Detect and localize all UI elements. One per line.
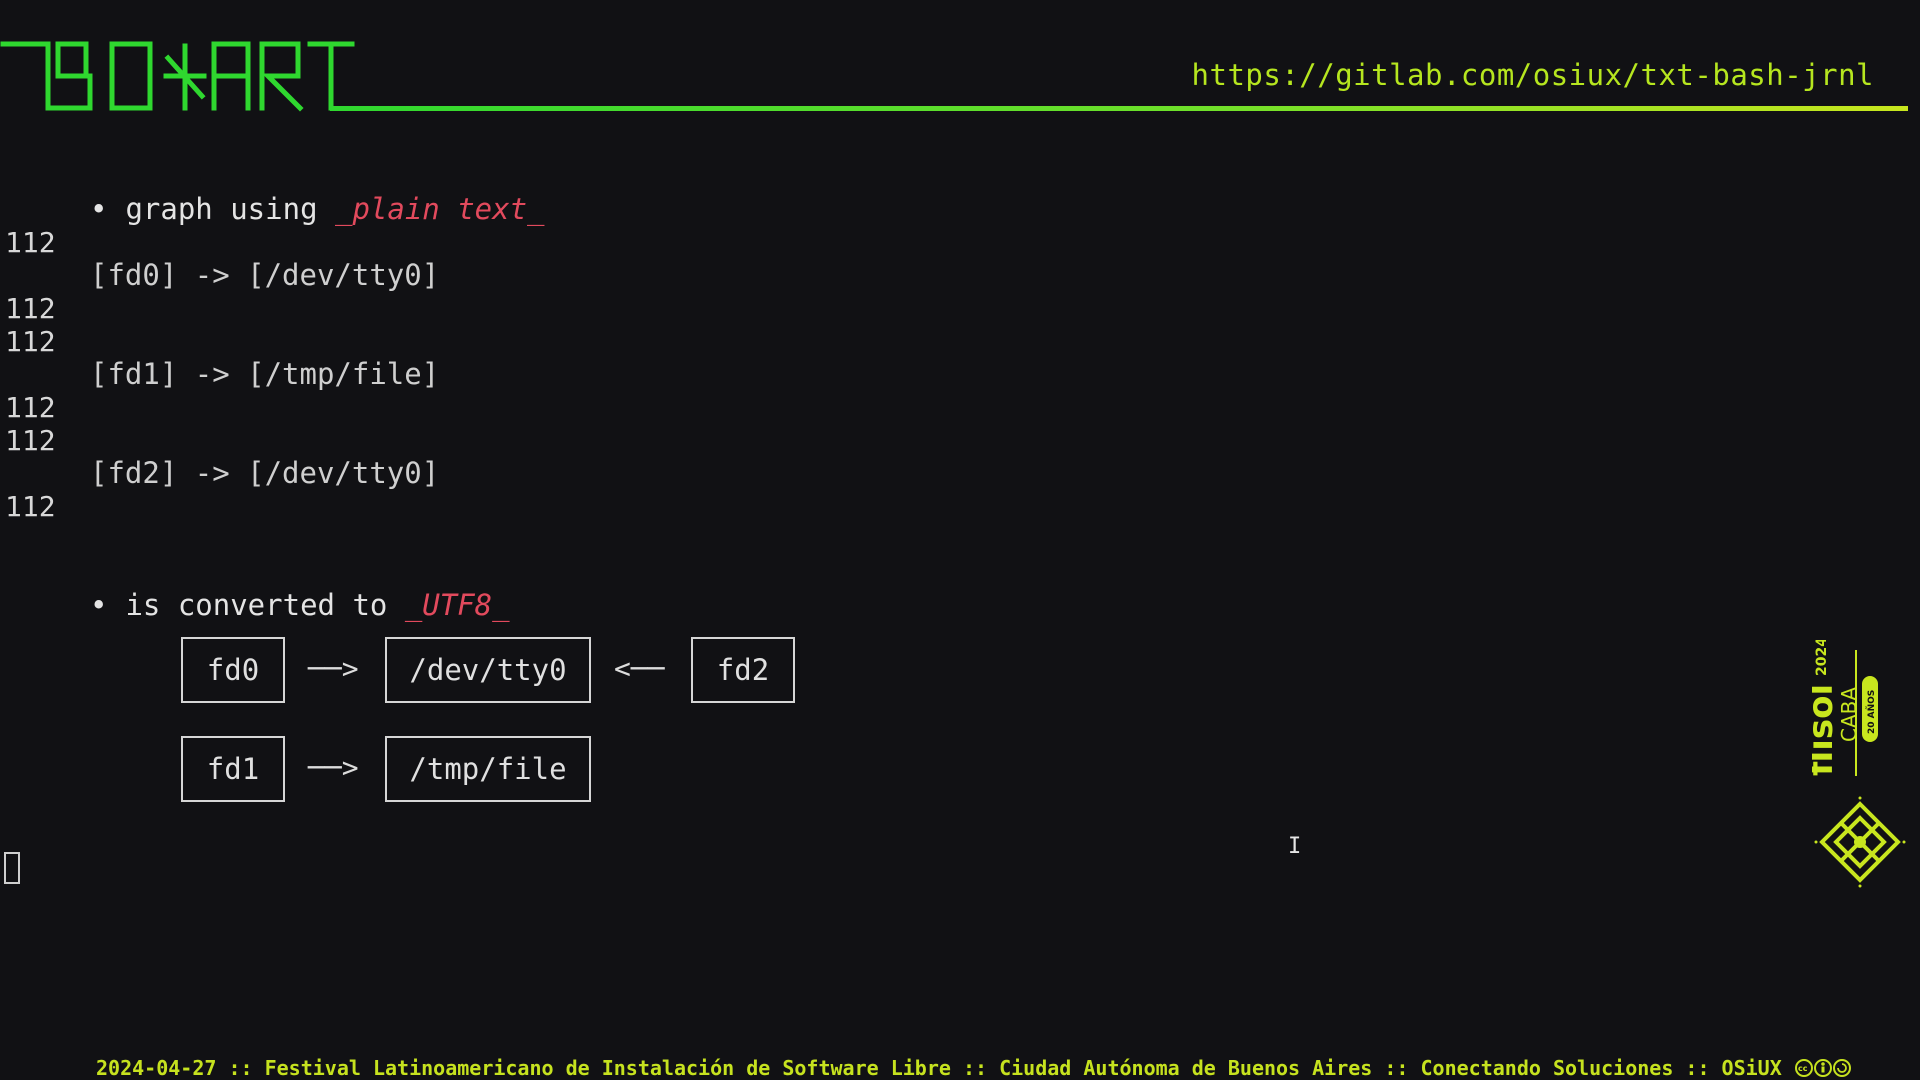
repo-url[interactable]: https://gitlab.com/osiux/txt-bash-jrnl bbox=[1192, 58, 1874, 92]
box-fd2: fd2 bbox=[691, 637, 795, 703]
line-number: 112 bbox=[5, 391, 56, 424]
arrow-left: <── bbox=[614, 652, 665, 685]
bullet-glyph: • bbox=[90, 192, 108, 226]
flisol-logo: flisol 2024 CABA 20 AÑOS bbox=[1812, 640, 1878, 776]
terminal-cursor bbox=[4, 852, 20, 884]
box-tmp-file: /tmp/file bbox=[385, 736, 591, 802]
bullet-text: graph using bbox=[125, 192, 318, 226]
boxart-title-logo bbox=[0, 41, 355, 112]
bullet-glyph: • bbox=[90, 588, 108, 622]
arrow-right: ──> bbox=[308, 652, 359, 685]
header-underline bbox=[330, 106, 1908, 111]
line-number: 112 bbox=[5, 226, 56, 259]
text-cursor-icon: I bbox=[1288, 834, 1302, 859]
svg-text:cc: cc bbox=[1798, 1064, 1808, 1073]
box-fd1: fd1 bbox=[181, 736, 285, 802]
box-dev-tty0: /dev/tty0 bbox=[385, 637, 591, 703]
bullet-emphasis: _UTF8_ bbox=[404, 588, 510, 622]
arrow-right: ──> bbox=[308, 751, 359, 784]
bullet-utf8: • is converted to _UTF8_ bbox=[90, 588, 510, 622]
cc-license-icon: cc bbox=[1794, 1059, 1851, 1077]
flisol-city: CABA bbox=[1837, 687, 1861, 742]
bullet-emphasis: _plain text_ bbox=[335, 192, 545, 226]
flisol-year: 2024 bbox=[1814, 640, 1830, 676]
bullet-plain-text: • graph using _plain text_ bbox=[90, 192, 545, 226]
footer-bar: 2024-04-27 :: Festival Latinoamericano d… bbox=[96, 1056, 1852, 1080]
line-number: 112 bbox=[5, 490, 56, 523]
line-number: 112 bbox=[5, 424, 56, 457]
terminal-screen: https://gitlab.com/osiux/txt-bash-jrnl 1… bbox=[0, 0, 1920, 1080]
bullet-text: is converted to bbox=[125, 588, 388, 622]
code-line: [fd0] -> [/dev/tty0] bbox=[90, 258, 440, 292]
line-number: 112 bbox=[5, 325, 56, 358]
flisol-anniversary: 20 AÑOS bbox=[1866, 690, 1877, 734]
flisol-knot-icon bbox=[1814, 796, 1906, 888]
box-fd0: fd0 bbox=[181, 637, 285, 703]
code-line: [fd1] -> [/tmp/file] bbox=[90, 357, 440, 391]
footer-text: 2024-04-27 :: Festival Latinoamericano d… bbox=[96, 1056, 1782, 1080]
code-line: [fd2] -> [/dev/tty0] bbox=[90, 456, 440, 490]
line-number: 112 bbox=[5, 292, 56, 325]
